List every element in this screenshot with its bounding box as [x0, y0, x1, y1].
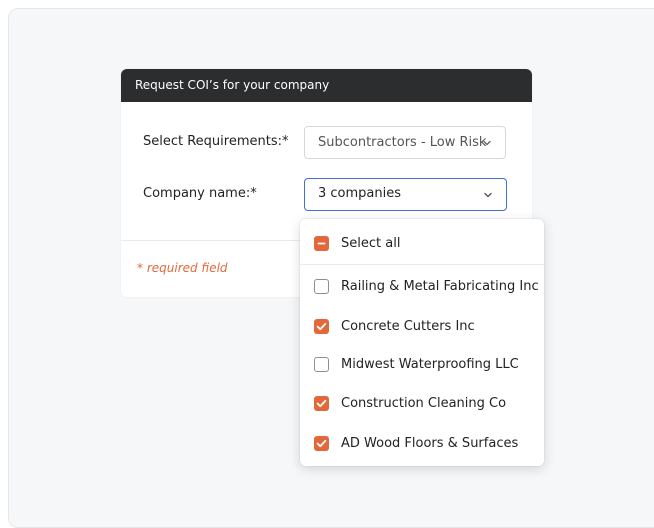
required-field-note: * required field	[137, 261, 228, 275]
dropdown-divider	[300, 264, 544, 265]
chevron-down-icon	[483, 140, 491, 146]
company-option[interactable]: AD Wood Floors & Surfaces	[314, 433, 518, 453]
company-checkbox[interactable]	[314, 356, 329, 372]
company-name-select-value: 3 companies	[318, 186, 402, 201]
company-option[interactable]: Midwest Waterproofing LLC	[314, 354, 519, 374]
company-option-label: AD Wood Floors & Surfaces	[341, 435, 519, 451]
checkmark-icon	[316, 439, 327, 447]
requirements-label: Select Requirements:*	[143, 134, 289, 149]
requirements-select-value: Subcontractors - Low Risk	[318, 135, 487, 150]
checkmark-icon	[316, 322, 327, 330]
company-name-label: Company name:*	[143, 186, 257, 201]
minus-icon	[317, 242, 326, 244]
company-checkbox[interactable]	[314, 435, 329, 451]
company-name-select[interactable]: 3 companies	[304, 178, 507, 211]
card-title: Request COI’s for your company	[121, 69, 532, 102]
company-option[interactable]: Construction Cleaning Co	[314, 393, 506, 413]
company-option[interactable]: Railing & Metal Fabricating Inc	[314, 276, 539, 296]
company-checkbox[interactable]	[314, 395, 329, 411]
select-all-checkbox[interactable]	[314, 235, 329, 251]
company-dropdown-menu: Select all Railing & Metal Fabricating I…	[300, 219, 544, 466]
requirements-select[interactable]: Subcontractors - Low Risk	[304, 126, 506, 159]
company-checkbox[interactable]	[314, 278, 329, 294]
company-checkbox[interactable]	[314, 318, 329, 334]
company-option[interactable]: Concrete Cutters Inc	[314, 316, 475, 336]
select-all-option[interactable]: Select all	[314, 233, 400, 253]
chevron-down-icon	[484, 192, 492, 198]
select-all-label: Select all	[341, 235, 401, 251]
company-option-label: Construction Cleaning Co	[341, 395, 507, 411]
company-option-label: Concrete Cutters Inc	[341, 318, 475, 334]
company-option-label: Midwest Waterproofing LLC	[341, 356, 519, 372]
checkmark-icon	[316, 399, 327, 407]
company-option-label: Railing & Metal Fabricating Inc	[341, 278, 539, 294]
